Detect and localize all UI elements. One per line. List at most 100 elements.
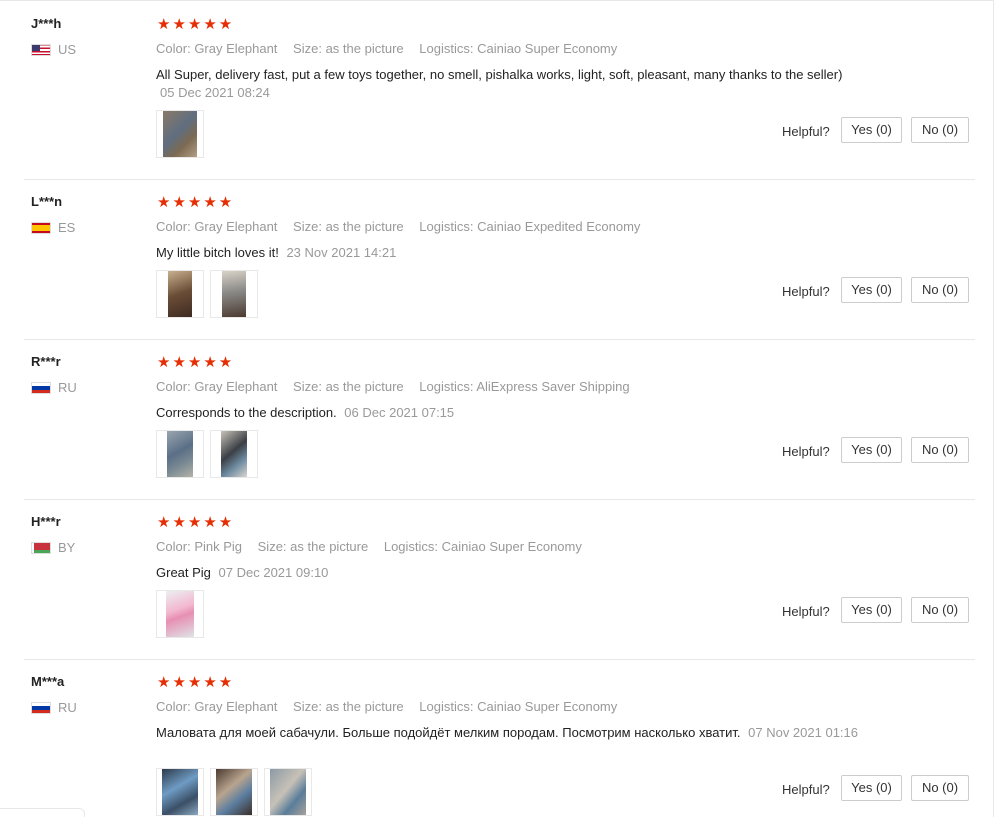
logistics-label: Logistics: — [419, 699, 474, 714]
size-value: as the picture — [325, 379, 404, 394]
review-body: Great Pig — [156, 565, 211, 580]
reviewer-name: H***r — [31, 514, 61, 529]
size-label: Size: — [293, 41, 322, 56]
country-code: RU — [58, 380, 77, 395]
color-value: Gray Elephant — [194, 219, 278, 234]
star-rating: ★★★★★ — [157, 514, 235, 531]
color-value: Pink Pig — [194, 539, 243, 554]
reviewer-name: J***h — [31, 16, 62, 31]
review-text: My little bitch loves it! 23 Nov 2021 14… — [156, 244, 876, 262]
country-code: ES — [58, 220, 76, 235]
review-photos — [156, 270, 258, 318]
color-label: Color: — [156, 539, 191, 554]
review-photo-thumbnail[interactable] — [156, 110, 204, 158]
review-photo-thumbnail[interactable] — [210, 270, 258, 318]
reviewer-name: L***n — [31, 194, 63, 209]
review-photo-thumbnail[interactable] — [210, 430, 258, 478]
color-label: Color: — [156, 699, 191, 714]
size-label: Size: — [257, 539, 287, 554]
size-value: as the picture — [325, 219, 404, 234]
logistics-value: Cainiao Super Economy — [477, 41, 618, 56]
size-value: as the picture — [325, 41, 404, 56]
color-value: Gray Elephant — [194, 41, 278, 56]
product-attributes: Color: Pink Pig Size: as the picture Log… — [156, 539, 594, 554]
helpful-label: Helpful? — [782, 444, 830, 459]
product-attributes: Color: Gray Elephant Size: as the pictur… — [156, 219, 652, 234]
review-item: H***r BY ★★★★★ Color: Pink Pig Size: as … — [0, 500, 975, 660]
helpful-label: Helpful? — [782, 782, 830, 797]
logistics-value: Cainiao Expedited Economy — [477, 219, 641, 234]
star-rating: ★★★★★ — [157, 16, 235, 33]
review-item: J***h US ★★★★★ Color: Gray Elephant Size… — [0, 0, 975, 180]
product-attributes: Color: Gray Elephant Size: as the pictur… — [156, 41, 629, 56]
logistics-label: Logistics: — [419, 379, 474, 394]
size-label: Size: — [293, 379, 322, 394]
review-date: 07 Nov 2021 01:16 — [748, 725, 858, 740]
logistics-label: Logistics: — [419, 41, 474, 56]
product-attributes: Color: Gray Elephant Size: as the pictur… — [156, 379, 642, 394]
review-photos — [156, 110, 204, 158]
helpful-yes-button[interactable]: Yes (0) — [841, 437, 902, 463]
review-photos — [156, 590, 204, 638]
reviewer-country: US — [31, 42, 76, 57]
helpful-yes-button[interactable]: Yes (0) — [841, 277, 902, 303]
reviewer-name: M***a — [31, 674, 65, 689]
logistics-value: AliExpress Saver Shipping — [476, 379, 630, 394]
star-rating: ★★★★★ — [157, 674, 235, 691]
country-code: US — [58, 42, 77, 57]
review-item: R***r RU ★★★★★ Color: Gray Elephant Size… — [0, 340, 975, 500]
product-attributes: Color: Gray Elephant Size: as the pictur… — [156, 699, 629, 714]
us-flag-icon — [31, 43, 51, 56]
helpful-label: Helpful? — [782, 604, 830, 619]
helpful-no-button[interactable]: No (0) — [911, 775, 969, 801]
logistics-value: Cainiao Super Economy — [477, 699, 618, 714]
helpful-no-button[interactable]: No (0) — [911, 277, 969, 303]
review-item: M***a RU ★★★★★ Color: Gray Elephant Size… — [0, 660, 975, 817]
country-code: BY — [58, 540, 76, 555]
review-photo-thumbnail[interactable] — [156, 270, 204, 318]
reviewer-country: RU — [31, 380, 77, 395]
review-date: 23 Nov 2021 14:21 — [286, 245, 397, 260]
helpful-yes-button[interactable]: Yes (0) — [841, 117, 902, 143]
review-text: Great Pig 07 Dec 2021 09:10 — [156, 564, 876, 582]
helpful-yes-button[interactable]: Yes (0) — [841, 597, 902, 623]
helpful-no-button[interactable]: No (0) — [911, 437, 969, 463]
review-body: Маловата для моей сабачули. Больше подой… — [156, 725, 741, 740]
review-body: My little bitch loves it! — [156, 245, 279, 260]
helpful-label: Helpful? — [782, 284, 830, 299]
star-rating: ★★★★★ — [157, 354, 235, 371]
helpful-no-button[interactable]: No (0) — [911, 117, 969, 143]
review-body: Corresponds to the description. — [156, 405, 337, 420]
review-date: 05 Dec 2021 08:24 — [160, 85, 270, 100]
review-photos — [156, 768, 312, 816]
color-value: Gray Elephant — [194, 379, 278, 394]
reviewer-country: BY — [31, 540, 75, 555]
review-date: 06 Dec 2021 07:15 — [344, 405, 455, 420]
review-photo-thumbnail[interactable] — [156, 768, 204, 816]
helpful-label: Helpful? — [782, 124, 830, 139]
color-label: Color: — [156, 219, 191, 234]
star-rating: ★★★★★ — [157, 194, 235, 211]
review-photo-thumbnail[interactable] — [156, 590, 204, 638]
reviewer-name: R***r — [31, 354, 61, 369]
reviewer-country: RU — [31, 700, 77, 715]
size-label: Size: — [293, 219, 322, 234]
ru-flag-icon — [31, 701, 51, 714]
review-photo-thumbnail[interactable] — [156, 430, 204, 478]
color-label: Color: — [156, 41, 191, 56]
size-value: as the picture — [325, 699, 404, 714]
color-label: Color: — [156, 379, 191, 394]
review-date: 07 Dec 2021 09:10 — [218, 565, 329, 580]
page-corner-tab — [0, 808, 85, 817]
country-code: RU — [58, 700, 77, 715]
ru-flag-icon — [31, 381, 51, 394]
review-text: Corresponds to the description. 06 Dec 2… — [156, 404, 876, 422]
helpful-no-button[interactable]: No (0) — [911, 597, 969, 623]
es-flag-icon — [31, 221, 51, 234]
review-item: L***n ES ★★★★★ Color: Gray Elephant Size… — [0, 180, 975, 340]
review-photos — [156, 430, 258, 478]
review-body: All Super, delivery fast, put a few toys… — [156, 67, 843, 82]
helpful-yes-button[interactable]: Yes (0) — [841, 775, 902, 801]
review-photo-thumbnail[interactable] — [210, 768, 258, 816]
review-photo-thumbnail[interactable] — [264, 768, 312, 816]
